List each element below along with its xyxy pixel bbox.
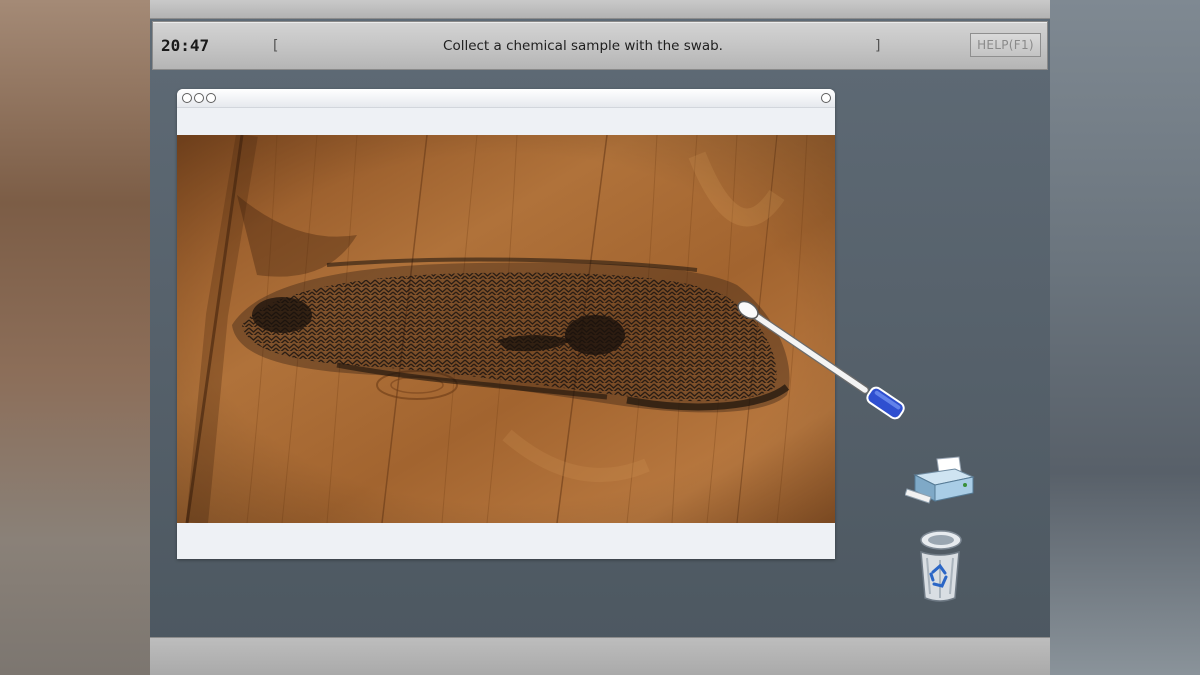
- help-button[interactable]: HELP(F1): [970, 33, 1041, 57]
- instruction-message: Collect a chemical sample with the swab.: [443, 38, 723, 54]
- right-background-blur: [1050, 0, 1200, 675]
- bottom-frame-strip: [150, 637, 1050, 675]
- printer-icon[interactable]: [905, 455, 977, 510]
- cotton-swab-icon[interactable]: [735, 298, 910, 420]
- game-screen: 20:47 [ Collect a chemical sample with t…: [150, 0, 1050, 675]
- close-icon[interactable]: [182, 93, 192, 103]
- hud-toolbar: 20:47 [ Collect a chemical sample with t…: [152, 21, 1048, 70]
- message-bracket-open: [: [273, 38, 279, 54]
- clock-display: 20:47: [161, 36, 210, 55]
- minimize-icon[interactable]: [194, 93, 204, 103]
- recycle-bin-icon[interactable]: [915, 528, 965, 604]
- left-background-blur: [0, 0, 150, 675]
- evidence-window-titlebar[interactable]: [177, 89, 835, 108]
- maximize-icon[interactable]: [821, 93, 831, 103]
- top-frame-strip: [150, 0, 1050, 19]
- zoom-icon[interactable]: [206, 93, 216, 103]
- message-bracket-close: ]: [875, 38, 881, 54]
